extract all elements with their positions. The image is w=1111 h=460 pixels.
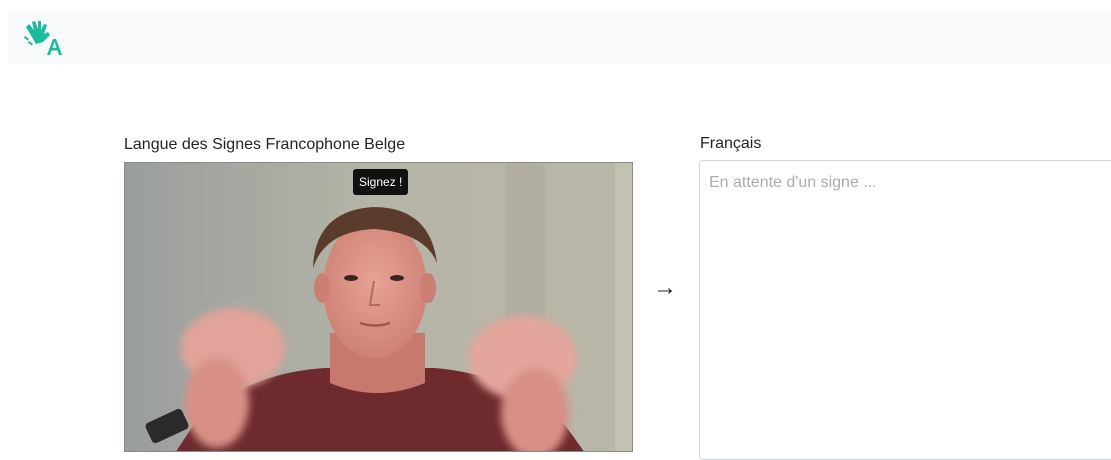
- logo-hand-sign-icon[interactable]: [20, 17, 62, 59]
- navbar: [8, 11, 1111, 64]
- webcam-video[interactable]: [124, 162, 633, 452]
- translation-output[interactable]: [699, 160, 1111, 460]
- target-language-label: Français: [700, 135, 762, 152]
- source-language-label: Langue des Signes Francophone Belge: [124, 136, 406, 153]
- sign-prompt-tooltip: Signez !: [353, 169, 409, 195]
- translate-arrow-icon: →: [653, 274, 677, 301]
